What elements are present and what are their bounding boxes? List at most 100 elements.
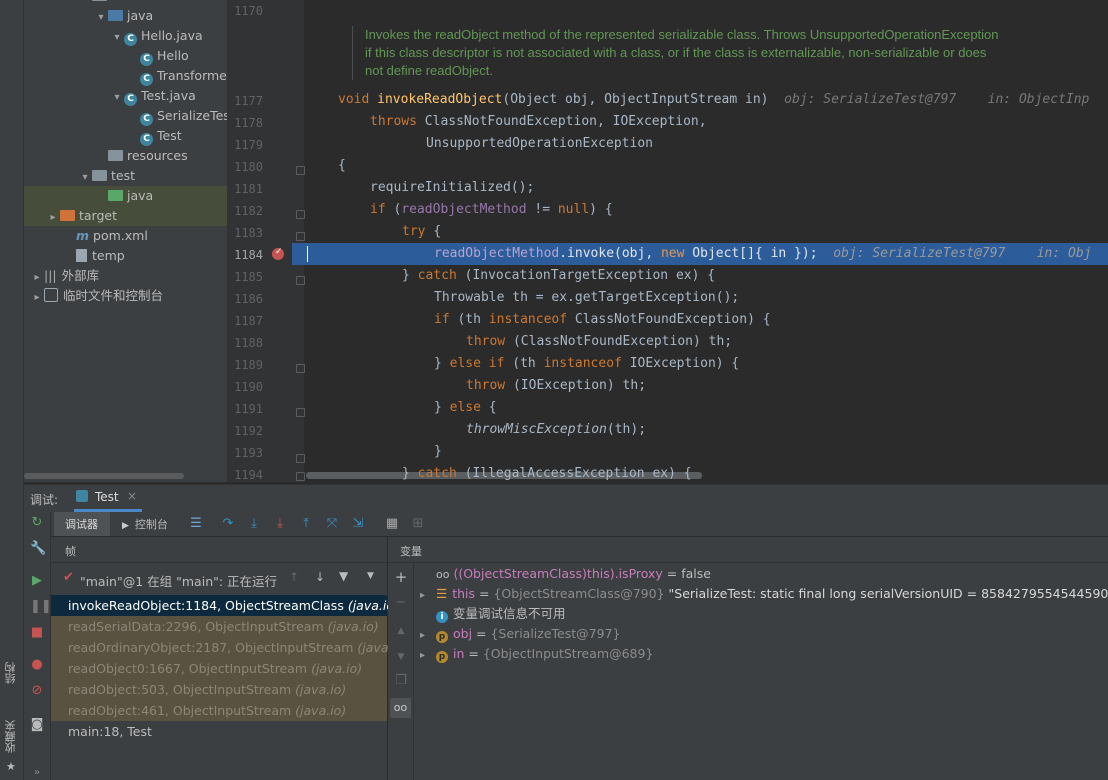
tree-item[interactable]: ▸ 临时文件和控制台	[24, 286, 227, 306]
code-line[interactable]: try {	[402, 221, 441, 243]
frame-package: (java.io)	[295, 703, 347, 718]
variable-row[interactable]: ▸ p obj = {SerializeTest@797}	[420, 624, 620, 644]
chevron-icon[interactable]: ▸	[30, 288, 44, 308]
tab-debugger[interactable]: 调试器	[54, 512, 110, 536]
tree-item[interactable]: C Hello	[24, 46, 227, 66]
thread-selector[interactable]: ✔ "main"@1 在组 "main": 正在运行 ↑ ↓ ▼ ▼	[51, 567, 387, 591]
stack-frame[interactable]: main:18, Test	[51, 721, 387, 742]
tree-hscroll[interactable]	[24, 472, 227, 480]
code-line[interactable]: } else {	[434, 397, 497, 419]
code-line[interactable]: } catch (IllegalAccessException ex) {	[402, 463, 692, 482]
tree-item[interactable]: ▸ target	[24, 206, 227, 226]
resume-icon[interactable]: ▶	[30, 574, 44, 588]
trace-icon[interactable]: ⊞	[410, 516, 426, 532]
breakpoint-icon[interactable]: ✓	[272, 247, 284, 260]
tree-item[interactable]: ▾ C Hello.java	[24, 26, 227, 46]
chevron-down-icon[interactable]: ▼	[367, 571, 374, 581]
tree-item[interactable]: java	[24, 186, 227, 206]
tree-item[interactable]: ▾ C Test.java	[24, 86, 227, 106]
stack-frame[interactable]: readOrdinaryObject:2187, ObjectInputStre…	[51, 637, 408, 658]
variable-value: {ObjectStreamClass@790}	[493, 586, 665, 601]
expand-icon[interactable]: ▸	[420, 646, 436, 666]
view-breakpoints-icon[interactable]: ●	[30, 658, 44, 672]
code-line[interactable]: throws ClassNotFoundException, IOExcepti…	[370, 111, 707, 133]
remove-watch-icon[interactable]: −	[394, 596, 408, 610]
expand-icon[interactable]: ▸	[420, 586, 436, 606]
code-line[interactable]: Throwable th = ex.getTargetException();	[434, 287, 739, 309]
code-token: (th	[457, 312, 489, 327]
tree-item[interactable]: resources	[24, 146, 227, 166]
java-class-icon: C	[140, 73, 153, 86]
add-watch-icon[interactable]: +	[394, 570, 408, 585]
code-token: new	[660, 246, 693, 261]
filter-icon[interactable]: ▼	[339, 569, 348, 583]
code-line[interactable]: throwMiscException(th);	[466, 419, 646, 441]
duplicate-icon[interactable]: ❐	[394, 674, 408, 688]
pause-icon[interactable]: ❚❚	[30, 600, 52, 614]
tab-console[interactable]: ▶ 控制台	[122, 516, 168, 532]
code-line[interactable]: } catch (InvocationTargetException ex) {	[402, 265, 715, 287]
code-line[interactable]: readObjectMethod.invoke(obj, new Object[…	[434, 243, 1091, 265]
tree-item[interactable]: C Test	[24, 126, 227, 146]
code-editor[interactable]: Invokes the readObject method of the rep…	[304, 0, 1108, 482]
code-line[interactable]: throw (ClassNotFoundException) th;	[466, 331, 732, 353]
chevron-icon[interactable]: ▸	[30, 268, 44, 288]
tree-item[interactable]: C Transformer	[24, 66, 227, 86]
show-execution-point-icon[interactable]: ☰	[188, 516, 204, 532]
stack-frame[interactable]: readObject:461, ObjectInputStream (java.…	[51, 700, 387, 721]
expand-icon[interactable]: ▸	[420, 626, 436, 646]
tree-item[interactable]: ▸ ||| 外部库	[24, 266, 227, 286]
chevron-icon[interactable]: ▾	[94, 8, 108, 28]
code-line[interactable]: if (readObjectMethod != null) {	[370, 199, 613, 221]
stack-frame[interactable]: readObject0:1667, ObjectInputStream (jav…	[51, 658, 387, 679]
evaluate-expression-icon[interactable]: ▦	[384, 516, 400, 532]
stack-frame[interactable]: readSerialData:2296, ObjectInputStream (…	[51, 616, 387, 637]
code-line[interactable]: } else if (th instanceof IOException) {	[434, 353, 739, 375]
chevron-icon[interactable]: ▾	[110, 28, 124, 48]
tree-item[interactable]: ▾ test	[24, 166, 227, 186]
chevron-icon[interactable]: ▸	[46, 208, 60, 228]
favorites-tab[interactable]: 收藏夹	[3, 720, 19, 753]
watches-toggle-icon[interactable]: oo	[390, 698, 411, 718]
drop-frame-icon[interactable]: ⤧	[324, 516, 340, 532]
code-line[interactable]: throw (IOException) th;	[466, 375, 646, 397]
variable-row[interactable]: i 变量调试信息不可用	[420, 604, 566, 624]
camera-icon[interactable]: ◙	[30, 718, 44, 732]
tree-item[interactable]: C SerializeTest	[24, 106, 227, 126]
down-arrow-icon[interactable]: ↓	[315, 570, 325, 584]
tree-item[interactable]: m pom.xml	[24, 226, 227, 246]
code-line[interactable]: if (th instanceof ClassNotFoundException…	[434, 309, 771, 331]
code-line[interactable]: }	[434, 441, 442, 463]
run-to-cursor-icon[interactable]: ⇲	[350, 516, 366, 532]
rerun-icon[interactable]: ↻	[30, 516, 44, 530]
up-arrow-icon[interactable]: ↑	[289, 570, 299, 584]
code-line[interactable]: UnsupportedOperationException	[426, 133, 653, 155]
force-step-into-icon[interactable]: ⤓	[272, 516, 288, 532]
chevron-icon[interactable]: ▾	[110, 88, 124, 108]
code-line[interactable]: requireInitialized();	[370, 177, 534, 199]
mute-breakpoints-icon[interactable]: ⊘	[30, 684, 44, 698]
tab-test[interactable]: Test ×	[74, 485, 142, 512]
close-icon[interactable]: ×	[127, 489, 137, 503]
more-icon[interactable]: »	[30, 766, 44, 780]
tree-item[interactable]: temp	[24, 246, 227, 266]
settings-icon[interactable]: 🔧	[30, 542, 46, 556]
variable-row[interactable]: oo ((ObjectStreamClass)this).isProxy = fa…	[420, 564, 711, 584]
frame-method: readSerialData:2296, ObjectInputStream	[68, 619, 328, 634]
stop-icon[interactable]: ■	[30, 626, 44, 640]
code-line[interactable]: {	[338, 155, 346, 177]
tree-item[interactable]: ▾ java	[24, 6, 227, 26]
variable-row[interactable]: ▸ p in = {ObjectInputStream@689}	[420, 644, 653, 664]
variable-row[interactable]: ▸ ☰ this = {ObjectStreamClass@790} "Serial…	[420, 584, 1108, 604]
move-down-icon[interactable]: ▼	[394, 650, 408, 664]
step-out-icon[interactable]: ⤒	[298, 516, 314, 532]
move-up-icon[interactable]: ▲	[394, 624, 408, 638]
step-over-icon[interactable]: ↷	[220, 516, 236, 532]
structure-tab[interactable]: 结构	[3, 662, 19, 684]
chevron-icon[interactable]: ▾	[78, 168, 92, 188]
code-token: catch	[417, 268, 465, 283]
code-line[interactable]: void invokeReadObject(Object obj, Object…	[338, 89, 1089, 111]
stack-frame[interactable]: invokeReadObject:1184, ObjectStreamClass…	[51, 595, 399, 616]
step-into-icon[interactable]: ⤓	[246, 516, 262, 532]
stack-frame[interactable]: readObject:503, ObjectInputStream (java.…	[51, 679, 387, 700]
